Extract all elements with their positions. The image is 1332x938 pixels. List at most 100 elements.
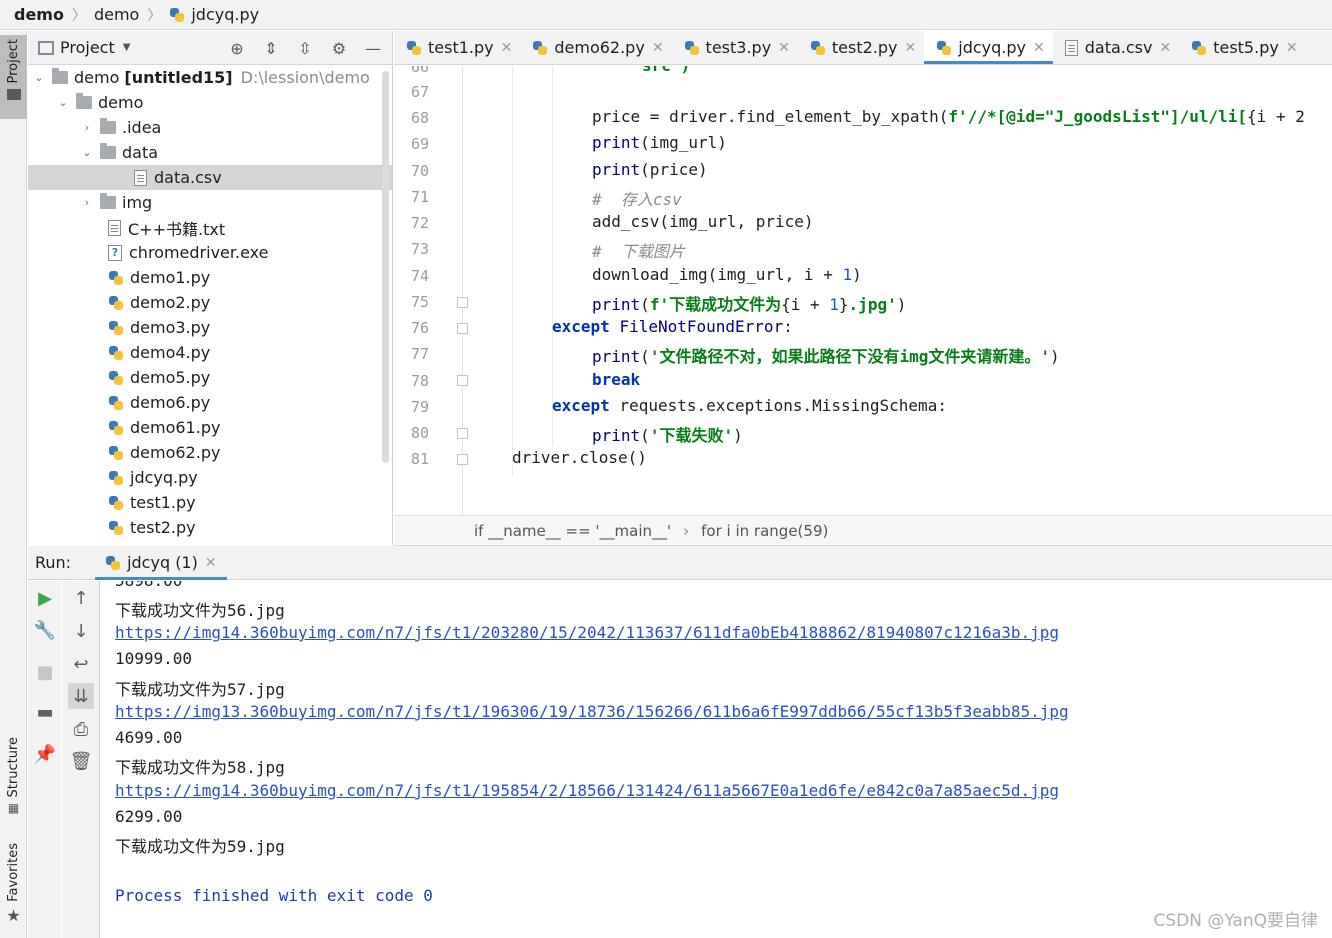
breadcrumb-file[interactable]: jdcyq.py [191,5,259,24]
breadcrumb-folder[interactable]: demo [94,5,139,24]
close-icon[interactable]: ✕ [778,40,790,56]
python-file-icon [105,555,121,571]
console-link[interactable]: https://img14.360buyimg.com/n7/jfs/t1/20… [115,623,1059,642]
close-icon[interactable]: ✕ [1286,40,1298,56]
navigation-breadcrumb: demo 〉 demo 〉 jdcyq.py [0,0,1332,30]
tree-item-py-file[interactable]: demo5.py [28,365,392,390]
chevron-right-icon[interactable]: › [80,121,94,135]
collapse-all-icon[interactable]: ⇳ [294,37,316,59]
tree-item-project-root[interactable]: ⌄ demo [untitled15] D:\lession\demo [28,65,392,90]
close-icon[interactable]: ✕ [205,555,217,571]
console-line: 4699.00 [115,728,183,747]
line-number: 67 [410,83,430,101]
trash-icon[interactable]: 🗑 [68,748,94,774]
close-icon[interactable]: ✕ [652,40,664,56]
line-number: 77 [410,345,430,363]
code-line: except FileNotFoundError: [552,317,793,336]
arrow-down-icon[interactable]: ↓ [68,618,94,644]
line-number-gutter: 66 67 68 69 70 71 72 73 74 75 76 77 78 7… [394,66,463,515]
tree-item-py-file[interactable]: demo6.py [28,390,392,415]
code-breadcrumb-item[interactable]: if __name__ == '__main__' [474,522,671,540]
editor-tab[interactable]: test1.py ✕ [394,31,520,64]
gear-icon[interactable]: ⚙ [328,37,350,59]
tree-item-idea-folder[interactable]: › .idea [28,115,392,140]
console-exit-message: Process finished with exit code 0 [115,886,433,905]
tree-item-label: demo4.py [130,343,211,362]
tree-item-py-file[interactable]: demo1.py [28,265,392,290]
tree-item-label: test2.py [130,518,196,537]
editor-tab[interactable]: test2.py ✕ [798,31,924,64]
console-link[interactable]: https://img13.360buyimg.com/n7/jfs/t1/19… [115,702,1069,721]
tree-item-img-folder[interactable]: › img [28,190,392,215]
locate-icon[interactable]: ⊕ [226,37,248,59]
chevron-down-icon[interactable]: ⌄ [32,71,46,85]
editor-tab[interactable]: test3.py ✕ [672,31,798,64]
close-icon[interactable]: ✕ [501,40,513,56]
tree-item-exe-file[interactable]: ? chromedriver.exe [28,240,392,265]
chevron-right-icon[interactable]: › [80,196,94,210]
minimize-icon[interactable]: — [362,37,384,59]
tree-item-py-file[interactable]: demo2.py [28,290,392,315]
project-tool-tab[interactable]: Project [0,35,27,119]
fold-marker-icon[interactable] [457,454,468,465]
tree-item-py-file[interactable]: test1.py [28,490,392,515]
tree-item-label: chromedriver.exe [129,243,269,262]
fold-marker-icon[interactable] [457,297,468,308]
editor-tab[interactable]: data.csv ✕ [1053,31,1179,64]
close-icon[interactable]: ✕ [1159,40,1171,56]
scroll-to-end-icon[interactable]: ⇊ [68,683,94,709]
csv-file-icon [1064,39,1078,56]
chevron-down-icon[interactable]: ⌄ [80,146,94,160]
expand-all-icon[interactable]: ⇕ [260,37,282,59]
play-icon[interactable]: ▶ [32,585,58,611]
tree-item-label: demo3.py [130,318,211,337]
editor-tab[interactable]: demo62.py ✕ [520,31,671,64]
tree-item-py-file[interactable]: demo61.py [28,415,392,440]
editor-tab[interactable]: test5.py ✕ [1179,31,1305,64]
chevron-down-icon[interactable]: ⌄ [56,96,70,110]
tree-item-txt-file[interactable]: C++书籍.txt [28,215,392,240]
breadcrumb-root[interactable]: demo [14,5,64,24]
wrench-icon[interactable]: 🔧 [32,617,58,643]
console-link[interactable]: https://img14.360buyimg.com/n7/jfs/t1/19… [115,781,1059,800]
tree-item-py-file[interactable]: demo3.py [28,315,392,340]
layout-icon[interactable]: ▬ [32,699,58,725]
tree-item-data-folder[interactable]: ⌄ data [28,140,392,165]
print-icon[interactable]: ⎙ [68,716,94,742]
structure-tool-tab[interactable]: Structure ▦ [0,737,27,821]
run-tab[interactable]: jdcyq (1) ✕ [95,546,227,580]
favorites-tool-tab[interactable]: Favorites ★ [0,843,27,938]
tree-item-data-csv[interactable]: data.csv [28,165,392,190]
project-scrollbar[interactable] [382,71,389,463]
fold-marker-icon[interactable] [457,428,468,439]
fold-marker-icon[interactable] [457,375,468,386]
console-output[interactable]: 5898.00 下载成功文件为56.jpg https://img14.360b… [101,581,1332,938]
indent-guide [552,66,553,446]
line-number: 70 [410,162,430,180]
editor-tab-active[interactable]: jdcyq.py ✕ [924,31,1054,64]
tree-item-py-file[interactable]: test2.py [28,515,392,540]
pin-icon[interactable]: 📌 [32,741,58,767]
line-number: 69 [410,135,430,153]
project-view-title[interactable]: Project [60,38,115,57]
tree-item-py-file[interactable]: jdcyq.py [28,465,392,490]
python-file-icon [108,320,124,336]
stop-icon[interactable]: ■ [32,659,58,685]
tree-item-py-file[interactable]: demo62.py [28,440,392,465]
python-file-icon [108,395,124,411]
tree-item-py-file[interactable]: demo4.py [28,340,392,365]
breadcrumb-separator-icon: 〉 [147,7,162,24]
code-breadcrumb-item[interactable]: for i in range(59) [701,522,828,540]
line-number: 80 [410,424,430,442]
fold-marker-icon[interactable] [457,323,468,334]
soft-wrap-icon[interactable]: ↩ [68,651,94,677]
code-line: print(img_url) [592,133,727,152]
code-editor[interactable]: 66 67 68 69 70 71 72 73 74 75 76 77 78 7… [394,66,1332,515]
tree-item-demo-folder[interactable]: ⌄ demo [28,90,392,115]
project-tool-label: Project [6,39,21,84]
close-icon[interactable]: ✕ [905,40,917,56]
star-icon: ★ [6,905,21,925]
arrow-up-icon[interactable]: ↑ [68,585,94,611]
close-icon[interactable]: ✕ [1033,40,1045,56]
chevron-down-icon[interactable]: ▼ [123,42,131,53]
